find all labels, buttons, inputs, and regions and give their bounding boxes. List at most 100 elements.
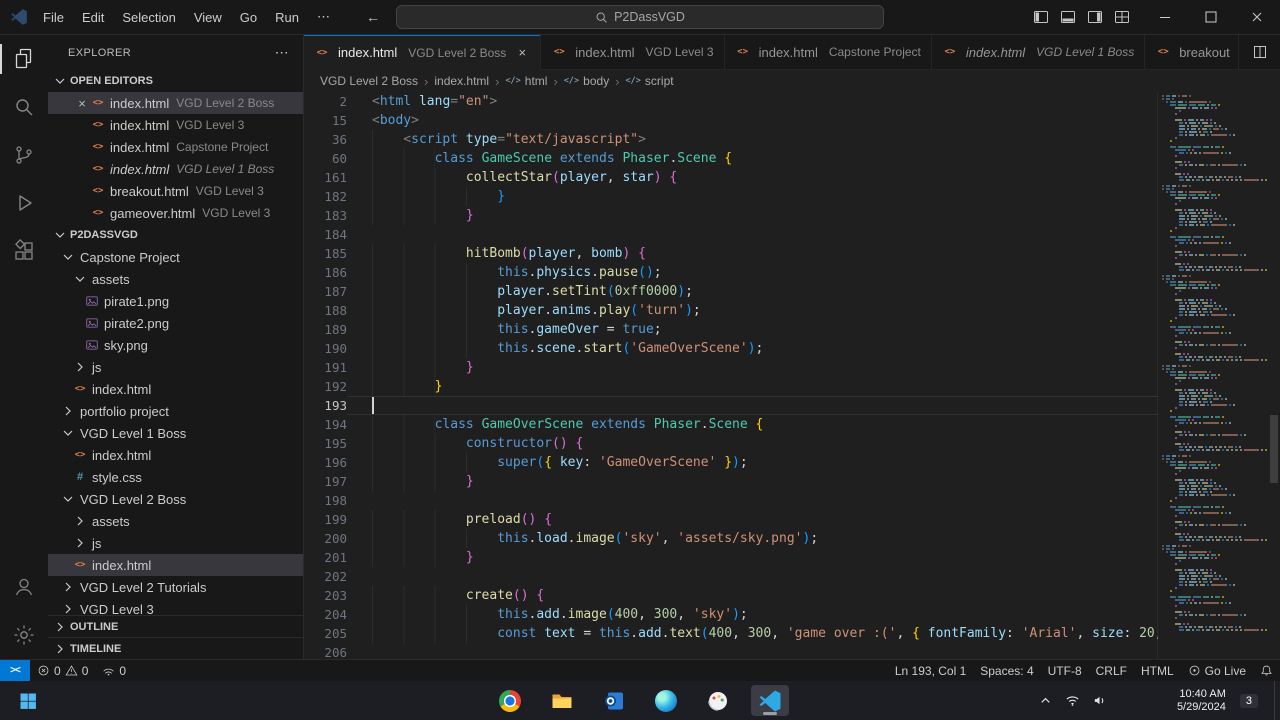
tab-index-html-capstone-project[interactable]: <>index.htmlCapstone Project — [725, 35, 932, 69]
volume-icon[interactable] — [1092, 693, 1107, 708]
taskbar-icon-edge[interactable] — [647, 685, 685, 716]
code-line-196[interactable]: 196super({ key: 'GameOverScene' }); — [304, 453, 1280, 472]
tree-folder-vgd-level-2-tutorials[interactable]: VGD Level 2 Tutorials — [48, 576, 303, 598]
breadcrumb-item-script[interactable]: </>script — [626, 74, 674, 88]
close-icon[interactable]: × — [514, 45, 530, 60]
tree-file-style-css[interactable]: #style.css — [48, 466, 303, 488]
code-line-190[interactable]: 190this.scene.start('GameOverScene'); — [304, 339, 1280, 358]
code-line-186[interactable]: 186this.physics.pause(); — [304, 263, 1280, 282]
problems-indicator[interactable]: 0 0 — [30, 660, 95, 681]
activity-explorer[interactable] — [0, 35, 48, 83]
activity-run-debug[interactable] — [0, 179, 48, 227]
start-button[interactable] — [10, 685, 46, 716]
nav-back-button[interactable]: ← — [366, 9, 380, 25]
code-line-187[interactable]: 187player.setTint(0xff0000); — [304, 282, 1280, 301]
open-editor-item-breakout-html-vgd-level-3[interactable]: <>breakout.htmlVGD Level 3 — [48, 180, 303, 202]
code-line-36[interactable]: 36<script type="text/javascript"> — [304, 130, 1280, 149]
code-line-198[interactable]: 198 — [304, 491, 1280, 510]
minimap[interactable] — [1158, 92, 1268, 659]
taskbar-icon-chrome[interactable] — [491, 685, 529, 716]
tab-breakout[interactable]: <>breakout — [1145, 35, 1239, 69]
minimize-button[interactable] — [1142, 0, 1188, 35]
breadcrumb-item-body[interactable]: </>body — [564, 74, 609, 88]
code-line-182[interactable]: 182} — [304, 187, 1280, 206]
eol-setting[interactable]: CRLF — [1089, 660, 1134, 681]
code-line-195[interactable]: 195constructor() { — [304, 434, 1280, 453]
go-live-button[interactable]: Go Live — [1181, 660, 1253, 681]
vertical-scrollbar[interactable] — [1268, 92, 1280, 659]
split-editor-icon[interactable] — [1252, 44, 1268, 60]
open-editor-item-index-html-vgd-level-2-boss[interactable]: ×<>index.htmlVGD Level 2 Boss — [48, 92, 303, 114]
workspace-root-header[interactable]: P2DASSVGD — [48, 224, 303, 246]
customize-layout-icon[interactable] — [1114, 9, 1130, 25]
code-line-183[interactable]: 183} — [304, 206, 1280, 225]
taskbar-icon-outlook[interactable] — [595, 685, 633, 716]
code-line-189[interactable]: 189this.gameOver = true; — [304, 320, 1280, 339]
code-line-199[interactable]: 199preload() { — [304, 510, 1280, 529]
code-line-15[interactable]: 15<body> — [304, 111, 1280, 130]
open-editor-item-gameover-html-vgd-level-3[interactable]: <>gameover.htmlVGD Level 3 — [48, 202, 303, 224]
toggle-secondary-sidebar-icon[interactable] — [1087, 9, 1103, 25]
notifications-bell[interactable] — [1253, 660, 1280, 681]
activity-search[interactable] — [0, 83, 48, 131]
tree-file-index-html[interactable]: <>index.html — [48, 378, 303, 400]
show-desktop-button[interactable] — [1274, 681, 1280, 720]
code-line-194[interactable]: 194class GameOverScene extends Phaser.Sc… — [304, 415, 1280, 434]
tree-folder-vgd-level-2-boss[interactable]: VGD Level 2 Boss — [48, 488, 303, 510]
tab-index-html-vgd-level-1-boss[interactable]: <>index.htmlVGD Level 1 Boss — [932, 35, 1145, 69]
tray-expand-icon[interactable] — [1038, 693, 1053, 708]
cursor-position[interactable]: Ln 193, Col 1 — [888, 660, 973, 681]
code-line-184[interactable]: 184 — [304, 225, 1280, 244]
code-line-60[interactable]: 60class GameScene extends Phaser.Scene { — [304, 149, 1280, 168]
tab-index-html-vgd-level-3[interactable]: <>index.htmlVGD Level 3 — [541, 35, 724, 69]
indentation-setting[interactable]: Spaces: 4 — [973, 660, 1040, 681]
menu-edit[interactable]: Edit — [73, 0, 113, 34]
code-line-192[interactable]: 192} — [304, 377, 1280, 396]
ports-indicator[interactable]: 0 — [95, 660, 133, 681]
code-line-2[interactable]: 2<html lang="en"> — [304, 92, 1280, 111]
code-line-206[interactable]: 206 — [304, 643, 1280, 659]
tree-file-index-html[interactable]: <>index.html — [48, 554, 303, 576]
wifi-icon[interactable] — [1065, 693, 1080, 708]
tree-file-pirate1-png[interactable]: pirate1.png — [48, 290, 303, 312]
encoding-setting[interactable]: UTF-8 — [1041, 660, 1089, 681]
code-line-161[interactable]: 161collectStar(player, star) { — [304, 168, 1280, 187]
breadcrumb-item-vgd-level-2-boss[interactable]: VGD Level 2 Boss — [320, 74, 418, 88]
activity-extensions[interactable] — [0, 227, 48, 275]
code-line-193[interactable]: 193 — [304, 396, 1280, 415]
code-line-201[interactable]: 201} — [304, 548, 1280, 567]
code-line-185[interactable]: 185hitBomb(player, bomb) { — [304, 244, 1280, 263]
activity-account[interactable] — [0, 563, 48, 611]
toggle-panel-icon[interactable] — [1060, 9, 1076, 25]
menu-run[interactable]: Run — [266, 0, 308, 34]
open-editor-item-index-html-capstone-project[interactable]: <>index.htmlCapstone Project — [48, 136, 303, 158]
tree-folder-portfolio-project[interactable]: portfolio project — [48, 400, 303, 422]
tree-folder-assets[interactable]: assets — [48, 268, 303, 290]
breadcrumb-item-index-html[interactable]: index.html — [434, 74, 489, 88]
close-button[interactable] — [1234, 0, 1280, 35]
notification-count[interactable]: 3 — [1240, 694, 1258, 708]
tree-folder-vgd-level-3[interactable]: VGD Level 3 — [48, 598, 303, 615]
toggle-sidebar-icon[interactable] — [1033, 9, 1049, 25]
open-editors-header[interactable]: OPEN EDITORS — [48, 70, 303, 92]
menu-go[interactable]: Go — [231, 0, 266, 34]
timeline-section-header[interactable]: TIMELINE — [48, 637, 303, 659]
code-line-204[interactable]: 204this.add.image(400, 300, 'sky'); — [304, 605, 1280, 624]
code-line-197[interactable]: 197} — [304, 472, 1280, 491]
activity-settings[interactable] — [0, 611, 48, 659]
explorer-more-actions[interactable]: ⋯ — [275, 44, 289, 61]
breadcrumb-item-html[interactable]: </>html — [505, 74, 547, 88]
tree-folder-vgd-level-1-boss[interactable]: VGD Level 1 Boss — [48, 422, 303, 444]
tree-folder-assets[interactable]: assets — [48, 510, 303, 532]
close-icon[interactable]: × — [74, 96, 90, 111]
menu-more[interactable]: ⋯ — [308, 0, 339, 34]
menu-selection[interactable]: Selection — [113, 0, 184, 34]
code-editor[interactable]: 2<html lang="en">15<body>36<script type=… — [304, 92, 1280, 659]
activity-source-control[interactable] — [0, 131, 48, 179]
maximize-button[interactable] — [1188, 0, 1234, 35]
code-line-188[interactable]: 188player.anims.play('turn'); — [304, 301, 1280, 320]
taskbar-icon-vscode[interactable] — [751, 685, 789, 716]
open-editor-item-index-html-vgd-level-1-boss[interactable]: <>index.htmlVGD Level 1 Boss — [48, 158, 303, 180]
tree-file-index-html[interactable]: <>index.html — [48, 444, 303, 466]
taskbar-icon-paint[interactable] — [699, 685, 737, 716]
